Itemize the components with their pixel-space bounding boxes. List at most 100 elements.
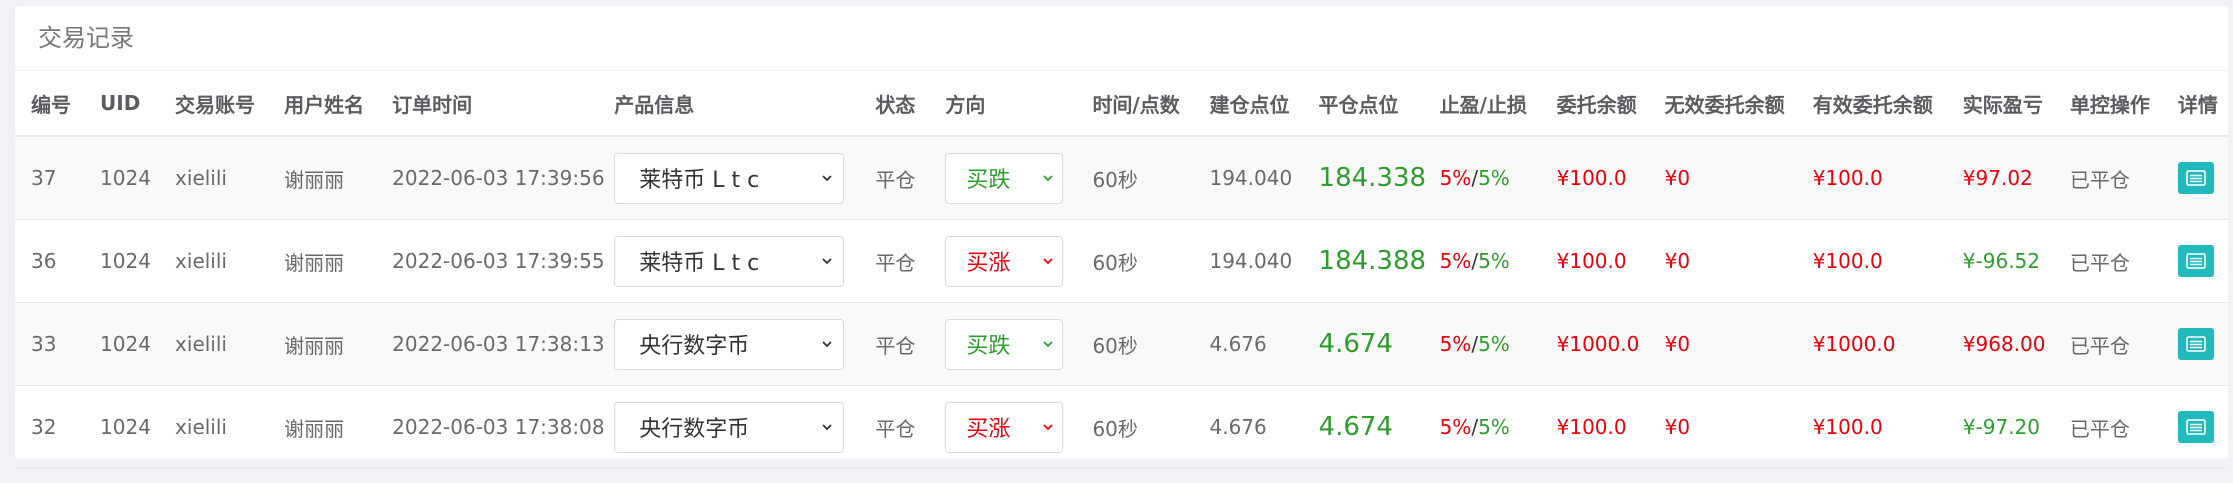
detail-button[interactable] <box>2177 162 2214 194</box>
col-header-invalid-entrust: 无效委托余额 <box>1648 71 1797 137</box>
col-header-direction: 方向 <box>929 71 1077 137</box>
table-row: 33 1024 xielili 谢丽丽 2022-06-03 17:38:13 央行数字币… <box>15 302 2228 386</box>
cell-entrust: ¥1000.0 <box>1540 302 1649 386</box>
cell-direction: 买跌 <box>929 302 1077 386</box>
take-profit-value: 5% <box>1439 249 1472 273</box>
cell-name: 谢丽丽 <box>268 385 377 469</box>
cell-status: 平仓 <box>859 219 930 303</box>
take-profit-value: 5% <box>1439 415 1472 439</box>
cell-id: 37 <box>15 136 85 220</box>
cell-entrust: ¥100.0 <box>1540 385 1649 469</box>
cell-open-price: 4.676 <box>1193 385 1303 469</box>
detail-button[interactable] <box>2177 245 2214 277</box>
cell-close-price: 184.388 <box>1302 219 1426 303</box>
cell-valid-entrust: ¥100.0 <box>1796 385 1947 469</box>
product-select-value: 央行数字币 <box>639 417 750 442</box>
cell-direction: 买涨 <box>929 219 1077 303</box>
direction-select[interactable]: 买涨 <box>945 235 1064 287</box>
stop-loss-value: 5% <box>1478 415 1510 439</box>
chevron-down-icon <box>822 341 832 348</box>
col-header-uid: UID <box>84 71 160 137</box>
cell-duration: 60秒 <box>1076 385 1194 469</box>
stop-loss-value: 5% <box>1478 332 1510 356</box>
cell-uid: 1024 <box>84 136 160 220</box>
direction-select[interactable]: 买涨 <box>945 401 1064 453</box>
direction-select[interactable]: 买跌 <box>945 152 1064 204</box>
cell-valid-entrust: ¥1000.0 <box>1796 302 1947 386</box>
direction-select[interactable]: 买跌 <box>945 318 1064 370</box>
cell-tp-sl: 5%/5% <box>1423 302 1541 386</box>
chevron-down-icon <box>1043 258 1054 265</box>
cell-id: 32 <box>15 385 85 469</box>
cell-pnl: ¥97.02 <box>1946 136 2054 220</box>
cell-invalid-entrust: ¥0 <box>1648 219 1797 303</box>
cell-status: 平仓 <box>859 302 930 386</box>
cell-control: 已平仓 <box>2053 219 2162 303</box>
take-profit-value: 5% <box>1439 166 1472 190</box>
cell-product: 莱特币 L t c <box>598 219 860 303</box>
product-select[interactable]: 莱特币 L t c <box>614 235 845 287</box>
col-header-detail: 详情 <box>2161 71 2228 137</box>
cell-id: 33 <box>15 302 85 386</box>
cell-close-price: 4.674 <box>1302 385 1424 469</box>
table-header-row: 编号 UID 交易账号 用户姓名 订单时间 产品信息 状态 方向 时间/点数 建… <box>15 71 2228 137</box>
col-header-open-price: 建仓点位 <box>1193 71 1303 137</box>
product-select-value: 央行数字币 <box>639 334 750 359</box>
cell-tp-sl: 5%/5% <box>1423 136 1541 220</box>
cell-duration: 60秒 <box>1076 219 1194 303</box>
detail-button[interactable] <box>2177 328 2214 360</box>
cell-order-time: 2022-06-03 17:38:08 <box>376 385 605 469</box>
cell-invalid-entrust: ¥0 <box>1648 385 1797 469</box>
cell-control: 已平仓 <box>2053 136 2162 220</box>
chevron-down-icon <box>1043 341 1054 348</box>
cell-valid-entrust: ¥100.0 <box>1796 136 1947 220</box>
product-select-value: 莱特币 L t c <box>639 168 760 193</box>
cell-account: xielili <box>159 302 269 386</box>
cell-order-time: 2022-06-03 17:38:13 <box>376 302 605 386</box>
cell-tp-sl: 5%/5% <box>1423 385 1541 469</box>
trade-records-table: 编号 UID 交易账号 用户姓名 订单时间 产品信息 状态 方向 时间/点数 建… <box>15 71 2228 469</box>
direction-select-value: 买涨 <box>966 417 1011 442</box>
cell-product: 莱特币 L t c <box>598 136 860 220</box>
product-select-value: 莱特币 L t c <box>639 251 760 276</box>
col-header-status: 状态 <box>859 71 930 137</box>
direction-select-value: 买涨 <box>966 251 1011 276</box>
product-select[interactable]: 央行数字币 <box>614 318 845 370</box>
cell-detail <box>2161 385 2228 469</box>
list-icon <box>2186 419 2206 435</box>
cell-uid: 1024 <box>84 219 160 303</box>
direction-select-value: 买跌 <box>966 168 1011 193</box>
product-select[interactable]: 莱特币 L t c <box>614 152 845 204</box>
col-header-product: 产品信息 <box>598 71 860 137</box>
cell-name: 谢丽丽 <box>268 219 377 303</box>
cell-account: xielili <box>159 385 269 469</box>
detail-button[interactable] <box>2177 411 2214 443</box>
cell-entrust: ¥100.0 <box>1540 219 1649 303</box>
cell-order-time: 2022-06-03 17:39:56 <box>376 136 605 220</box>
stop-loss-value: 5% <box>1478 166 1510 190</box>
cell-open-price: 194.040 <box>1193 219 1303 303</box>
col-header-pnl: 实际盈亏 <box>1946 71 2054 137</box>
cell-control: 已平仓 <box>2053 385 2162 469</box>
cell-pnl: ¥968.00 <box>1946 302 2054 386</box>
product-select[interactable]: 央行数字币 <box>614 401 845 453</box>
table-row: 36 1024 xielili 谢丽丽 2022-06-03 17:39:55 莱特币 L… <box>15 219 2228 303</box>
col-header-duration: 时间/点数 <box>1076 71 1194 137</box>
cell-product: 央行数字币 <box>598 385 860 469</box>
cell-duration: 60秒 <box>1076 302 1194 386</box>
cell-product: 央行数字币 <box>598 302 860 386</box>
cell-valid-entrust: ¥100.0 <box>1796 219 1947 303</box>
table-row: 32 1024 xielili 谢丽丽 2022-06-03 17:38:08 央行数字币… <box>15 385 2228 469</box>
take-profit-value: 5% <box>1439 332 1472 356</box>
cell-control: 已平仓 <box>2053 302 2162 386</box>
cell-order-time: 2022-06-03 17:39:55 <box>376 219 605 303</box>
cell-name: 谢丽丽 <box>268 302 377 386</box>
cell-detail <box>2161 136 2228 220</box>
col-header-valid-entrust: 有效委托余额 <box>1796 71 1947 137</box>
col-header-account: 交易账号 <box>159 71 269 137</box>
panel-title: 交易记录 <box>15 6 2228 71</box>
direction-select-value: 买跌 <box>966 334 1011 359</box>
stop-loss-value: 5% <box>1478 249 1510 273</box>
chevron-down-icon <box>822 424 832 431</box>
list-icon <box>2186 253 2206 269</box>
